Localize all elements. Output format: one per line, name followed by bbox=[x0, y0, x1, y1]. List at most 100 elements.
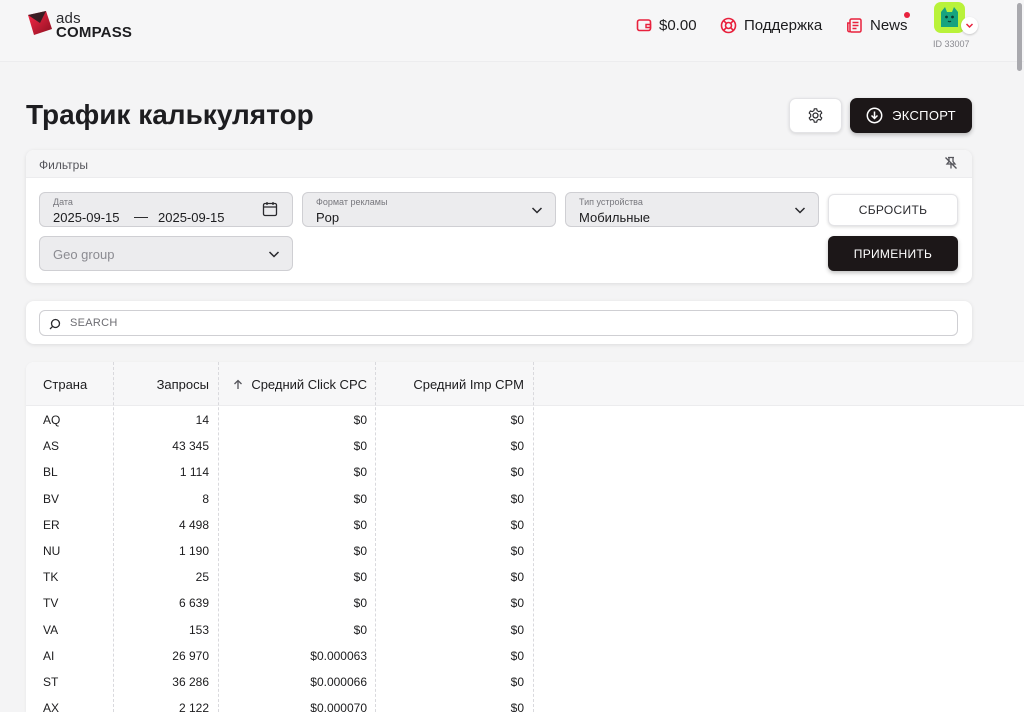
cell-country: AQ bbox=[43, 413, 61, 427]
cell-requests: 14 bbox=[195, 413, 209, 427]
scrollbar-thumb[interactable] bbox=[1017, 3, 1022, 71]
date-range-field[interactable]: Дата 2025-09-15 — 2025-09-15 bbox=[39, 192, 293, 227]
table-row[interactable]: TK 25 $0 $0 bbox=[26, 563, 1024, 589]
cell-country: BL bbox=[43, 465, 58, 480]
cell-cpm: $0 bbox=[510, 439, 524, 454]
column-header-country[interactable]: Страна bbox=[43, 362, 87, 406]
cell-requests: 43 345 bbox=[172, 439, 209, 454]
news-button[interactable]: News bbox=[846, 14, 908, 36]
device-type-select[interactable]: Тип устройства Мобильные bbox=[565, 192, 819, 227]
cell-country: AI bbox=[43, 648, 55, 663]
sort-arrow-up-icon bbox=[234, 379, 243, 389]
cell-cpc: $0.000070 bbox=[310, 701, 367, 712]
table-row[interactable]: ER 4 498 $0 $0 bbox=[26, 511, 1024, 537]
apply-button[interactable]: ПРИМЕНИТЬ bbox=[828, 236, 958, 271]
cell-requests: 2 122 bbox=[178, 701, 209, 712]
cell-requests: 26 970 bbox=[172, 648, 209, 663]
ad-format-select[interactable]: Формат рекламы Pop bbox=[302, 192, 556, 227]
table-row[interactable]: ST 36 286 $0.000066 $0 bbox=[26, 668, 1024, 694]
cell-cpc: $0 bbox=[353, 413, 367, 427]
ad-format-label: Формат рекламы bbox=[316, 197, 388, 207]
cell-requests: 4 498 bbox=[178, 517, 209, 532]
reset-button[interactable]: СБРОСИТЬ bbox=[828, 194, 958, 226]
table-row[interactable]: VA 153 $0 $0 bbox=[26, 616, 1024, 642]
table-body: AQ 14 $0 $0 AS 43 345 $0 $0 BL 1 114 $0 $0 BV 8 $0 $… bbox=[26, 406, 1024, 712]
cell-country: ST bbox=[43, 674, 59, 689]
cell-cpc: $0 bbox=[353, 543, 367, 558]
cell-country: TK bbox=[43, 570, 59, 585]
cell-country: ER bbox=[43, 517, 60, 532]
cat-avatar-icon bbox=[941, 7, 958, 27]
traffic-table: Страна Запросы Средний Click CPC Средний… bbox=[26, 362, 1024, 712]
filters-title: Фильтры bbox=[39, 158, 88, 172]
logo-mark-icon bbox=[28, 11, 52, 35]
cell-requests: 25 bbox=[195, 570, 209, 585]
cell-cpc: $0.000066 bbox=[310, 674, 367, 689]
date-from-value[interactable]: 2025-09-15 bbox=[53, 210, 120, 225]
cell-cpm: $0 bbox=[510, 648, 524, 663]
geo-group-select[interactable]: Geo group bbox=[39, 236, 293, 271]
cell-cpc: $0 bbox=[353, 517, 367, 532]
device-type-label: Тип устройства bbox=[579, 197, 643, 207]
geo-group-placeholder: Geo group bbox=[53, 247, 115, 262]
table-row[interactable]: AS 43 345 $0 $0 bbox=[26, 432, 1024, 458]
calendar-icon[interactable] bbox=[262, 201, 278, 217]
unpin-icon[interactable] bbox=[944, 156, 958, 170]
balance-button[interactable]: $0.00 bbox=[636, 14, 697, 36]
chevron-down-icon bbox=[794, 207, 806, 214]
gear-icon bbox=[808, 108, 823, 123]
table-row[interactable]: NU 1 190 $0 $0 bbox=[26, 537, 1024, 563]
cell-cpm: $0 bbox=[510, 491, 524, 506]
column-header-cpm[interactable]: Средний Imp CPM bbox=[376, 362, 524, 406]
cell-country: AS bbox=[43, 439, 60, 454]
table-row[interactable]: AI 26 970 $0.000063 $0 bbox=[26, 642, 1024, 668]
table-row[interactable]: AQ 14 $0 $0 bbox=[26, 406, 1024, 432]
table-row[interactable]: TV 6 639 $0 $0 bbox=[26, 589, 1024, 615]
cell-cpm: $0 bbox=[510, 570, 524, 585]
cell-cpm: $0 bbox=[510, 674, 524, 689]
user-id: ID 33007 bbox=[933, 39, 970, 49]
date-separator: — bbox=[134, 208, 148, 224]
search-box[interactable] bbox=[39, 310, 958, 336]
date-to-value[interactable]: 2025-09-15 bbox=[158, 210, 225, 225]
cell-cpc: $0 bbox=[353, 491, 367, 506]
user-menu-chevron[interactable] bbox=[961, 17, 978, 34]
download-circle-icon bbox=[866, 107, 883, 124]
cell-requests: 6 639 bbox=[178, 596, 209, 611]
cell-cpm: $0 bbox=[510, 465, 524, 480]
export-button[interactable]: ЭКСПОРТ bbox=[850, 98, 972, 133]
balance-value: $0.00 bbox=[659, 16, 697, 34]
device-type-value: Мобильные bbox=[579, 210, 651, 225]
logo[interactable]: ads COMPASS bbox=[26, 8, 136, 41]
logo-text-bottom: COMPASS bbox=[56, 24, 133, 41]
table-row[interactable]: AX 2 122 $0.000070 $0 bbox=[26, 694, 1024, 712]
cell-requests: 1 114 bbox=[179, 465, 209, 480]
cell-cpc: $0.000063 bbox=[310, 648, 367, 663]
chevron-down-icon bbox=[268, 251, 280, 258]
cell-cpc: $0 bbox=[353, 439, 367, 454]
top-header: ads COMPASS $0.00 Поддержка News ID 3300… bbox=[0, 0, 1024, 62]
cell-country: TV bbox=[43, 596, 59, 611]
filters-panel: Фильтры Дата 2025-09-15 — 2025-09-15 Фор… bbox=[26, 150, 972, 283]
search-icon bbox=[49, 318, 61, 330]
cell-cpm: $0 bbox=[510, 413, 524, 427]
table-row[interactable]: BL 1 114 $0 $0 bbox=[26, 458, 1024, 484]
search-input[interactable] bbox=[70, 314, 930, 332]
column-header-requests[interactable]: Запросы bbox=[114, 362, 209, 406]
lifebuoy-icon bbox=[720, 17, 737, 33]
cell-country: NU bbox=[43, 543, 61, 558]
filters-header: Фильтры bbox=[26, 150, 972, 178]
column-header-cpc[interactable]: Средний Click CPC bbox=[219, 362, 367, 406]
avatar[interactable] bbox=[934, 2, 965, 33]
support-button[interactable]: Поддержка bbox=[720, 14, 822, 36]
date-label: Дата bbox=[53, 197, 73, 207]
newspaper-icon bbox=[847, 17, 862, 33]
search-panel bbox=[26, 301, 972, 344]
settings-button[interactable] bbox=[789, 98, 842, 133]
export-label: ЭКСПОРТ bbox=[892, 108, 956, 123]
table-row[interactable]: BV 8 $0 $0 bbox=[26, 485, 1024, 511]
page-title: Трафик калькулятор bbox=[26, 99, 314, 130]
cell-country: VA bbox=[43, 622, 59, 637]
cell-country: AX bbox=[43, 701, 60, 712]
chevron-down-icon bbox=[965, 23, 974, 29]
